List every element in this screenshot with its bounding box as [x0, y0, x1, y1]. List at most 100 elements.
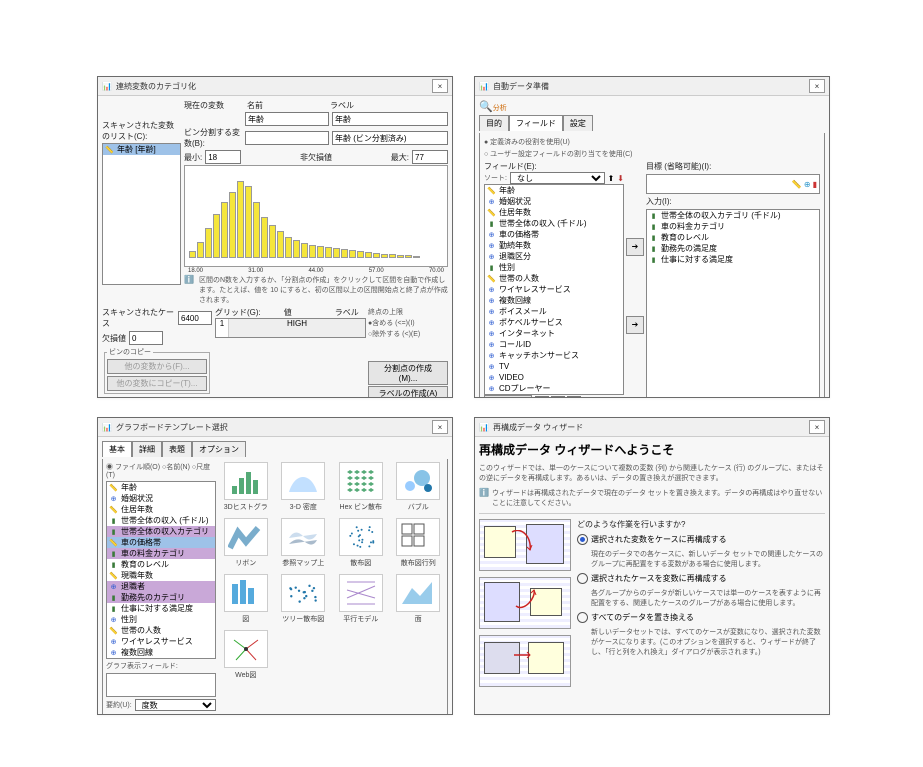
scale-filter-icon[interactable] [535, 396, 549, 398]
list-item[interactable]: ⊕キャッチホンサービス [485, 350, 623, 361]
bin-var-name[interactable] [245, 131, 329, 145]
tab-options[interactable]: オプション [192, 441, 246, 457]
template-thumb[interactable]: 参照マップ上の座標 [278, 518, 330, 568]
list-item[interactable]: ▮世帯全体の収入 (千ドル) [485, 218, 623, 229]
list-item[interactable]: 📏年齢 [107, 482, 215, 493]
cutpoint-grid[interactable]: 1 HIGH [215, 318, 366, 338]
select-all-button[interactable]: すべて(A) [484, 395, 532, 397]
list-item[interactable]: ▮仕事に対する満足度 [107, 603, 215, 614]
list-item[interactable]: 📏住居年数 [107, 504, 215, 515]
template-caption: Web図 [222, 670, 270, 680]
list-item[interactable]: ⊕勤続年数 [485, 240, 623, 251]
list-item[interactable]: ⊕ボイスメール [485, 306, 623, 317]
list-item[interactable]: ▮車の料金カテゴリ [647, 221, 819, 232]
list-item[interactable]: ⊕ワイヤレスサービス [107, 636, 215, 647]
list-item[interactable]: ⊕TV [485, 361, 623, 372]
list-item[interactable]: ▮世帯全体の収入 (千ドル) [107, 515, 215, 526]
list-item[interactable]: ▮教育のレベル [107, 559, 215, 570]
list-item[interactable]: ▮世帯全体の収入カテゴリ [107, 526, 215, 537]
close-button[interactable]: × [809, 420, 825, 434]
ord-filter-icon[interactable] [567, 396, 581, 398]
template-thumb[interactable]: 3-D 密度 [278, 462, 330, 512]
template-thumb[interactable]: 図 [220, 574, 272, 624]
close-button[interactable]: × [432, 79, 448, 93]
list-item[interactable]: ⊕インターネット [485, 328, 623, 339]
sort-desc-icon[interactable]: ⬇ [617, 174, 624, 183]
viz-fields-list[interactable] [106, 673, 216, 697]
nom-filter-icon[interactable] [551, 396, 565, 398]
sort-radio-group[interactable]: ◉ ファイル順(O) ○名前(N) ○尺度(T) [106, 462, 216, 479]
bin-var-label-field[interactable] [332, 131, 448, 145]
tab-fields[interactable]: フィールド [509, 115, 563, 131]
tab-detail[interactable]: 詳細 [132, 441, 162, 457]
list-item[interactable]: 📏世帯の人数 [485, 273, 623, 284]
opt-cases-to-vars[interactable]: 選択されたケースを変数に再構成する [577, 573, 825, 584]
template-caption: 参照マップ上の座標 [279, 558, 327, 568]
list-item[interactable]: ▮教育のレベル [647, 232, 819, 243]
list-item[interactable]: ▮車の料金カテゴリ [107, 548, 215, 559]
list-item[interactable]: ⊕VIDEO [485, 372, 623, 383]
tab-basic[interactable]: 基本 [102, 441, 132, 457]
list-item[interactable]: ▮性別 [485, 262, 623, 273]
list-item[interactable]: ⊕婚姻状況 [107, 493, 215, 504]
template-thumb[interactable]: Web図 [220, 630, 272, 680]
template-thumb[interactable]: 面 [393, 574, 445, 624]
move-to-input-button[interactable]: ➔ [626, 316, 644, 334]
template-thumb[interactable]: Hex ビン散布図 [335, 462, 387, 512]
list-item[interactable]: ⊕婚姻状況 [485, 196, 623, 207]
list-item[interactable]: ▮勤務先のカテゴリ [107, 592, 215, 603]
list-item[interactable]: ▮世帯全体の収入カテゴリ (千ドル) [647, 210, 819, 221]
list-item[interactable]: ⊕CDプレーヤー [485, 383, 623, 394]
template-thumb[interactable]: 散布図行列 (SPLOM) [393, 518, 445, 568]
fields-list[interactable]: 📏年齢⊕婚姻状況📏住居年数▮世帯全体の収入 (千ドル)⊕車の価格帯⊕勤続年数⊕退… [484, 184, 624, 395]
move-to-target-button[interactable]: ➔ [626, 238, 644, 256]
tab-title[interactable]: 表題 [162, 441, 192, 457]
list-item[interactable]: ▮仕事に対する満足度 [647, 254, 819, 265]
list-item[interactable]: ▮勤務先の満足度 [647, 243, 819, 254]
list-item[interactable]: ⊕退職者 [107, 581, 215, 592]
list-item[interactable]: ⊕退職区分 [485, 251, 623, 262]
template-thumb[interactable]: リボン [220, 518, 272, 568]
sort-asc-icon[interactable]: ⬆ [608, 174, 615, 183]
copy-to-button[interactable]: 他の変数にコピー(T)... [107, 376, 207, 391]
template-thumb[interactable]: バブル [393, 462, 445, 512]
tab-objective[interactable]: 目的 [479, 115, 509, 131]
tab-settings[interactable]: 設定 [563, 115, 593, 131]
inputs-list[interactable]: ▮世帯全体の収入カテゴリ (千ドル)▮車の料金カテゴリ▮教育のレベル▮勤務先の満… [646, 209, 820, 397]
use-custom-radio[interactable]: ○ ユーザー設定フィールドの割り当てを使用(C) [484, 149, 820, 159]
make-cutpoints-button[interactable]: 分割点の作成(M)... [368, 361, 448, 385]
template-thumb[interactable]: 3Dヒストグラム [220, 462, 272, 512]
opt-transpose[interactable]: すべてのデータを置き換える [577, 612, 825, 623]
list-item[interactable]: ⊕複数回線 [485, 295, 623, 306]
list-item[interactable]: ⊕コールID [485, 339, 623, 350]
close-button[interactable]: × [809, 79, 825, 93]
list-item[interactable]: ⊕複数回線 [107, 647, 215, 658]
exclude-radio[interactable]: ○除外する (<)(E) [368, 329, 448, 339]
copy-from-button[interactable]: 他の変数から(F)... [107, 359, 207, 374]
nom-icon: ⊕ [487, 351, 496, 360]
list-item[interactable]: 📏現職年数 [107, 570, 215, 581]
list-item[interactable]: 📏年齢 [485, 185, 623, 196]
list-item[interactable]: 📏車の価格帯 [107, 537, 215, 548]
list-item[interactable]: ⊕ポケベルサービス [485, 317, 623, 328]
template-thumb[interactable]: 平行モデル [335, 574, 387, 624]
template-thumb[interactable]: 散布図 [335, 518, 387, 568]
opt-vars-to-cases[interactable]: 選択された変数をケースに再構成する [577, 534, 825, 545]
sort-select[interactable]: なし [510, 172, 605, 184]
list-item[interactable]: 📏住居年数 [485, 207, 623, 218]
list-item[interactable]: ⊕車の価格帯 [485, 229, 623, 240]
summary-select[interactable]: 度数 [135, 699, 216, 711]
close-button[interactable]: × [432, 420, 448, 434]
ord-icon: ▮ [649, 222, 658, 231]
make-labels-button[interactable]: ラベルの作成(A) [368, 386, 448, 397]
scanned-vars-list[interactable]: 📏 年齢 [年齢] [102, 143, 181, 285]
list-item[interactable]: ⊕ワイヤレスサービス [485, 284, 623, 295]
vars-list[interactable]: 📏年齢⊕婚姻状況📏住居年数▮世帯全体の収入 (千ドル)▮世帯全体の収入カテゴリ📏… [106, 481, 216, 659]
list-item[interactable]: ⊕性別 [107, 614, 215, 625]
targets-list[interactable]: 📏 ⊕ ▮ [646, 174, 820, 194]
template-gallery[interactable]: 3Dヒストグラム3-D 密度Hex ビン散布図バブルリボン参照マップ上の座標散布… [220, 462, 444, 680]
template-thumb[interactable]: ツリー散布図 [278, 574, 330, 624]
include-radio[interactable]: ●含める (<=)(I) [368, 318, 448, 328]
list-item[interactable]: 📏世帯の人数 [107, 625, 215, 636]
use-defined-radio[interactable]: ● 定義済みの役割を使用(U) [484, 137, 820, 147]
